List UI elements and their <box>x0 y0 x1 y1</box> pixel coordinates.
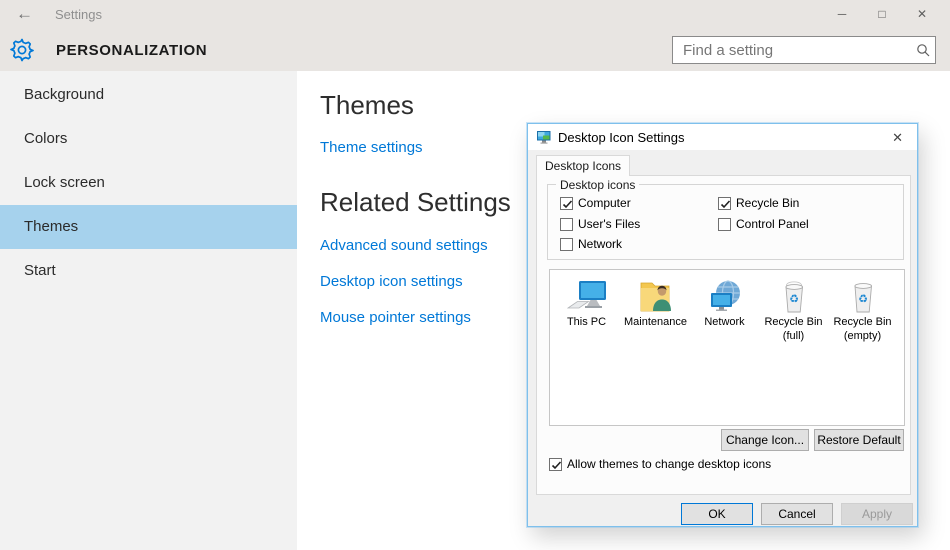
restore-default-button[interactable]: Restore Default <box>814 429 904 451</box>
desktop-icon-settings-link[interactable]: Desktop icon settings <box>320 273 463 290</box>
advanced-sound-settings-link[interactable]: Advanced sound settings <box>320 237 488 254</box>
cancel-button[interactable]: Cancel <box>761 503 833 525</box>
desktop-icon-list[interactable]: This PC Maintenance <box>549 269 905 426</box>
recycle-bin-full-icon: ♻ <box>774 280 814 314</box>
maintenance-icon <box>636 280 676 314</box>
search-box[interactable] <box>672 36 936 64</box>
back-icon[interactable]: ← <box>16 4 33 24</box>
group-label: Desktop icons <box>556 178 639 192</box>
close-icon[interactable]: ✕ <box>902 0 942 28</box>
recycle-bin-empty-icon: ♻ <box>843 280 883 314</box>
change-icon-button[interactable]: Change Icon... <box>721 429 809 451</box>
list-item-network[interactable]: Network <box>690 280 759 330</box>
sidebar-item-colors[interactable]: Colors <box>0 117 297 161</box>
desktop-icons-group: Desktop icons Computer Recycle Bin User'… <box>547 184 904 260</box>
checkbox-network[interactable]: Network <box>560 237 622 251</box>
checkbox-box[interactable] <box>560 197 573 210</box>
network-icon <box>705 280 745 314</box>
sidebar-item-lock-screen[interactable]: Lock screen <box>0 161 297 205</box>
list-item-recycle-bin-empty[interactable]: ♻ Recycle Bin (empty) <box>828 280 897 344</box>
sidebar-item-start[interactable]: Start <box>0 249 297 293</box>
checkbox-box[interactable] <box>560 238 573 251</box>
tab-desktop-icons[interactable]: Desktop Icons <box>536 155 630 176</box>
list-item-this-pc[interactable]: This PC <box>552 280 621 330</box>
tab-page: Desktop icons Computer Recycle Bin User'… <box>536 175 911 495</box>
checkbox-control-panel[interactable]: Control Panel <box>718 217 809 231</box>
this-pc-icon <box>567 280 607 314</box>
gear-icon <box>10 38 34 62</box>
magnifier-icon[interactable] <box>911 43 935 57</box>
mouse-pointer-settings-link[interactable]: Mouse pointer settings <box>320 309 471 326</box>
checkbox-recycle-bin[interactable]: Recycle Bin <box>718 196 799 210</box>
checkbox-computer[interactable]: Computer <box>560 196 631 210</box>
checkbox-allow-themes[interactable]: Allow themes to change desktop icons <box>549 457 771 471</box>
dialog-titlebar[interactable]: Desktop Icon Settings ✕ <box>528 124 917 150</box>
sidebar-item-themes[interactable]: Themes <box>0 205 297 249</box>
checkbox-box[interactable] <box>718 218 731 231</box>
window-controls: ─ □ ✕ <box>822 0 942 28</box>
ok-button[interactable]: OK <box>681 503 753 525</box>
checkbox-box[interactable] <box>549 458 562 471</box>
related-settings-heading: Related Settings <box>320 187 511 218</box>
app-header: ← Settings ─ □ ✕ PERSONALIZATION <box>0 0 950 71</box>
checkbox-box[interactable] <box>560 218 573 231</box>
display-settings-icon <box>536 129 552 145</box>
list-item-maintenance[interactable]: Maintenance <box>621 280 690 330</box>
list-item-recycle-bin-full[interactable]: ♻ Recycle Bin (full) <box>759 280 828 344</box>
checkbox-box[interactable] <box>718 197 731 210</box>
settings-window: ← Settings ─ □ ✕ PERSONALIZATION Ba <box>0 0 950 550</box>
sidebar-item-background[interactable]: Background <box>0 73 297 117</box>
svg-text:♻: ♻ <box>858 293 868 306</box>
themes-heading: Themes <box>320 90 414 121</box>
page-title: PERSONALIZATION <box>56 42 207 59</box>
dialog-title: Desktop Icon Settings <box>558 130 684 145</box>
apply-button[interactable]: Apply <box>841 503 913 525</box>
search-input[interactable] <box>673 42 911 59</box>
theme-settings-link[interactable]: Theme settings <box>320 139 423 156</box>
sidebar: Background Colors Lock screen Themes Sta… <box>0 71 297 550</box>
svg-text:♻: ♻ <box>789 293 799 306</box>
window-title: Settings <box>55 7 102 22</box>
checkbox-users-files[interactable]: User's Files <box>560 217 640 231</box>
dialog-close-icon[interactable]: ✕ <box>888 128 907 148</box>
minimize-icon[interactable]: ─ <box>822 0 862 28</box>
desktop-icon-settings-dialog: Desktop Icon Settings ✕ Desktop Icons De… <box>527 123 918 527</box>
maximize-icon[interactable]: □ <box>862 0 902 28</box>
